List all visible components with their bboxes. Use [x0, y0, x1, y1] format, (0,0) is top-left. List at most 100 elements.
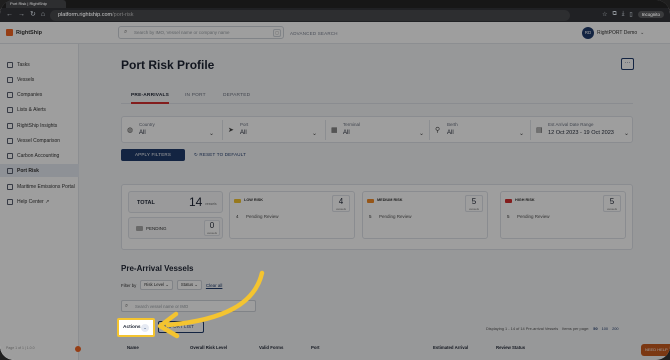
- sidebar-item-vessel-comparison[interactable]: Vessel Comparison: [0, 134, 79, 147]
- user-menu[interactable]: RD RightPORT Demo ⌄: [582, 27, 644, 39]
- search-filter-icon[interactable]: ▢: [273, 29, 281, 37]
- chevron-down-icon: ⌄: [141, 324, 149, 332]
- forward-icon[interactable]: →: [18, 11, 25, 19]
- sidebar-item-insights[interactable]: RightShip Insights: [0, 119, 79, 132]
- globe-icon: ◍: [127, 127, 134, 134]
- pin-icon: ⚲: [435, 127, 441, 134]
- sidebar-item-label: Carbon Accounting: [17, 152, 60, 159]
- browser-chrome: Port Risk | RightShip ← → ↻ ⌂ platform.r…: [0, 0, 670, 22]
- high-risk-card[interactable]: HIGH RISK 5 vessels 5 Pending Review: [500, 191, 626, 239]
- sidebar-item-lists-alerts[interactable]: Lists & Alerts: [0, 103, 79, 116]
- berth-filter[interactable]: ⚲ Berth All ⌄: [435, 121, 525, 139]
- risk-count: 5: [471, 197, 477, 206]
- low-risk-card[interactable]: LOW RISK 4 vessels 4 Pending Review: [229, 191, 355, 239]
- sidebar-item-emissions[interactable]: Maritime Emissions Portal: [0, 180, 79, 193]
- apply-filters-button[interactable]: APPLY FILTERS: [121, 149, 185, 161]
- column-header[interactable]: Valid Forms: [259, 345, 283, 350]
- main-content: Port Risk Profile ··· PRE-ARRIVALS IN PO…: [80, 44, 670, 360]
- help-icon: [7, 198, 13, 205]
- pending-review-count: 5: [507, 214, 510, 219]
- filter-label: Port: [240, 122, 249, 127]
- tab-pre-arrivals[interactable]: PRE-ARRIVALS: [131, 93, 170, 104]
- terminal-filter[interactable]: ▦ Terminal All ⌄: [331, 121, 426, 139]
- tasks-icon: [7, 61, 13, 68]
- tab-in-port[interactable]: IN PORT: [185, 93, 206, 98]
- tab-departed[interactable]: DEPARTED: [223, 93, 250, 98]
- chevron-down-icon: ⌄: [624, 131, 630, 137]
- chevron-down-icon: ⌄: [312, 131, 318, 137]
- vessel-search-input[interactable]: ⌕ Search vessel name or IMO: [121, 300, 256, 312]
- extensions-icon[interactable]: ⧉: [612, 11, 616, 18]
- page-size-option[interactable]: 50: [593, 326, 597, 331]
- eta-filter[interactable]: ▤ Est Arrival Date Range 12 Oct 2023 - 1…: [536, 121, 631, 139]
- sidebar-item-help[interactable]: Help Center ↗: [0, 195, 79, 208]
- filter-value: All: [447, 130, 454, 136]
- sidebar-item-tasks[interactable]: Tasks: [0, 58, 79, 71]
- more-options-button[interactable]: ···: [621, 58, 634, 70]
- search-icon: ⌕: [125, 303, 129, 309]
- star-icon[interactable]: ☆: [602, 11, 607, 18]
- filter-value: All: [343, 130, 350, 136]
- filter-label: Est Arrival Date Range: [548, 122, 594, 127]
- download-icon[interactable]: ⤓: [622, 11, 625, 18]
- column-header[interactable]: Overall Risk Level: [190, 345, 227, 350]
- tab-bar: PRE-ARRIVALS IN PORT DEPARTED: [121, 93, 633, 104]
- browser-tab[interactable]: Port Risk | RightShip: [6, 0, 66, 8]
- pending-unit: vessels: [206, 231, 217, 235]
- calendar-icon: ▤: [536, 127, 543, 134]
- url-host: platform.rightship.com: [58, 12, 113, 18]
- risk-level-dropdown[interactable]: Risk Level ⌄: [140, 280, 173, 290]
- status-dropdown[interactable]: Status ⌄: [176, 280, 202, 290]
- chevron-down-icon: ⌄: [640, 30, 645, 36]
- column-header[interactable]: Port: [311, 345, 320, 350]
- global-search-input[interactable]: ⌕ Search by IMO, Vessel name or company …: [118, 26, 284, 39]
- risk-title: LOW RISK: [244, 198, 263, 202]
- profile-badge[interactable]: Incognito: [637, 11, 664, 18]
- medium-risk-card[interactable]: MEDIUM RISK 5 vessels 5 Pending Review: [362, 191, 488, 239]
- paging-text: Displaying 1 - 14 of 14 Pre-arrival Vess…: [486, 326, 559, 331]
- sidebar-item-label: Port Risk: [17, 167, 39, 174]
- filter-label: Country: [139, 122, 155, 127]
- sidebar-item-companies[interactable]: Companies: [0, 88, 79, 101]
- page-size-option[interactable]: 100: [602, 326, 609, 331]
- sidepanel-icon[interactable]: ▯: [629, 11, 632, 18]
- filter-by-label: Filter by: [121, 282, 137, 288]
- export-list-button[interactable]: EXPORT LIST: [158, 321, 204, 333]
- need-help-button[interactable]: NEED HELP: [641, 344, 670, 356]
- table-header: Name Overall Risk Level Valid Forms Port…: [121, 342, 633, 354]
- advanced-search-link[interactable]: ADVANCED SEARCH: [290, 31, 338, 36]
- address-bar[interactable]: platform.rightship.com/port-risk: [50, 10, 570, 21]
- divider: [325, 120, 326, 140]
- terminal-icon: ▦: [331, 127, 338, 134]
- chevron-down-icon: ⌄: [419, 131, 425, 137]
- risk-summary: TOTAL 14 vessels PENDING 0 vessels LOW R…: [121, 184, 633, 250]
- divider: [222, 120, 223, 140]
- sidebar-item-vessels[interactable]: Vessels: [0, 73, 79, 86]
- column-header[interactable]: Name: [127, 345, 139, 350]
- sidebar-item-port-risk[interactable]: Port Risk: [0, 164, 79, 177]
- filter-value: 12 Oct 2023 - 19 Oct 2023: [548, 130, 614, 136]
- country-filter[interactable]: ◍ Country All ⌄: [127, 121, 217, 139]
- sidebar-footer: Page 1 of 1 | 1.0.0: [6, 346, 35, 350]
- sidebar-item-carbon[interactable]: Carbon Accounting: [0, 149, 79, 162]
- reload-icon[interactable]: ↻: [30, 11, 36, 19]
- column-header[interactable]: Review Status: [496, 345, 525, 350]
- reset-to-default-button[interactable]: ↻ RESET TO DEFAULT: [194, 152, 246, 158]
- port-filter[interactable]: ➤ Port All ⌄: [228, 121, 318, 139]
- risk-title: MEDIUM RISK: [377, 198, 403, 202]
- filter-label: Berth: [447, 122, 458, 127]
- filter-value: All: [139, 130, 146, 136]
- pending-review-count: 4: [236, 214, 239, 219]
- page-size-option[interactable]: 200: [612, 326, 619, 331]
- actions-button[interactable]: Actions ⌄: [117, 318, 155, 337]
- pending-count-box: 0 vessels: [204, 220, 220, 236]
- risk-title: HIGH RISK: [515, 198, 535, 202]
- home-icon[interactable]: ⌂: [41, 11, 45, 19]
- vessel-filters: Filter by Risk Level ⌄ Status ⌄ Clear al…: [121, 280, 222, 290]
- clear-all-link[interactable]: Clear all: [206, 283, 223, 288]
- vessel-icon: [7, 76, 13, 83]
- user-name: RightPORT Demo: [597, 30, 638, 36]
- column-header[interactable]: Estimated Arrival: [433, 345, 468, 350]
- back-icon[interactable]: ←: [6, 11, 13, 19]
- rightship-logo[interactable]: RightShip: [6, 29, 42, 36]
